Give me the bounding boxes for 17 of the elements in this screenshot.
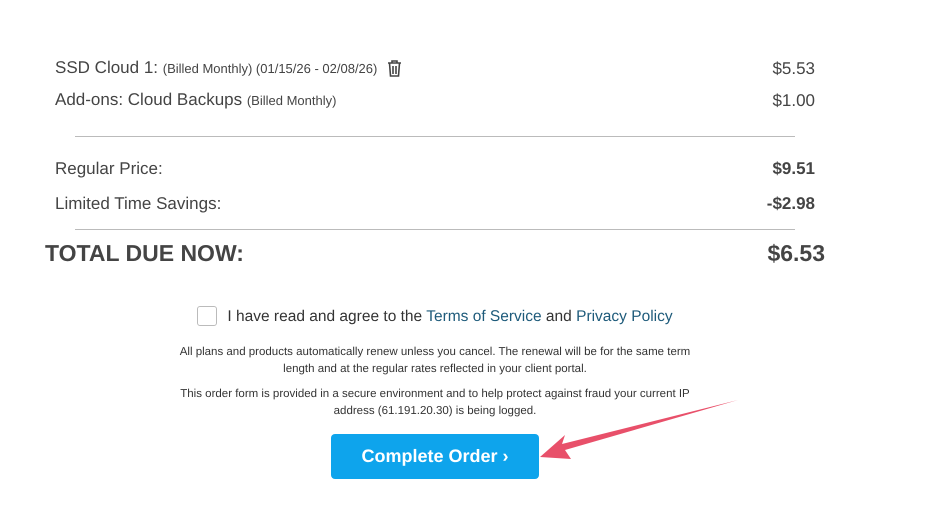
summary-label: Regular Price: bbox=[55, 158, 163, 180]
terms-link[interactable]: Terms of Service bbox=[426, 308, 542, 324]
item-price: $1.00 bbox=[772, 90, 815, 112]
summary-value: $9.51 bbox=[772, 158, 815, 180]
total-value: $6.53 bbox=[767, 239, 825, 268]
summary-value: -$2.98 bbox=[766, 193, 815, 215]
total-label: TOTAL DUE NOW: bbox=[45, 239, 244, 268]
item-price: $5.53 bbox=[772, 58, 815, 80]
agreement-text: I have read and agree to the Terms of Service and Privacy Policy bbox=[227, 306, 673, 326]
summary-label: Limited Time Savings: bbox=[55, 193, 222, 215]
trash-icon[interactable] bbox=[387, 60, 402, 76]
notice-text: This order form is provided in a secure environment and to help protect against fraud your current IP address (61.191.20.30) is being logged. bbox=[179, 386, 691, 419]
agree-checkbox[interactable] bbox=[197, 306, 218, 326]
notice-text: All plans and products automatically renew unless you cancel. The renewal will be for the same term length and at the regular rates reflected in your client portal. bbox=[179, 344, 691, 377]
privacy-link[interactable]: Privacy Policy bbox=[576, 308, 673, 324]
item-name: SSD Cloud 1: (Billed Monthly) (01/15/26 - 02/08/26) bbox=[55, 57, 378, 79]
item-name: Add-ons: Cloud Backups (Billed Monthly) bbox=[55, 89, 336, 111]
